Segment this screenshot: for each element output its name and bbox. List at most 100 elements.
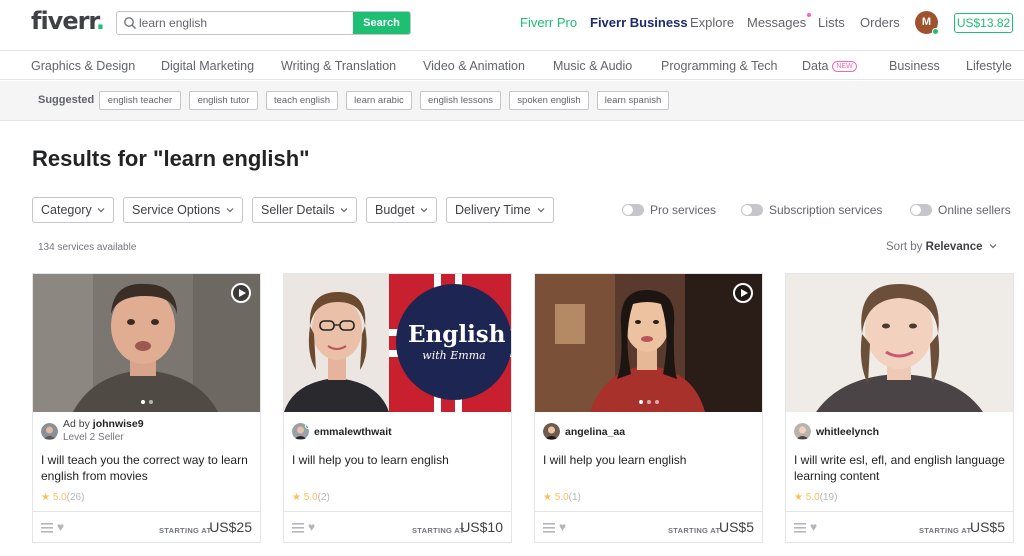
rating-value: 5.0 bbox=[303, 492, 318, 503]
seller-name[interactable]: emmalewthwait bbox=[314, 426, 392, 438]
nav-messages[interactable]: Messages bbox=[747, 13, 812, 30]
heart-icon[interactable]: ♥ bbox=[308, 521, 320, 533]
sort-label: Sort by bbox=[886, 241, 923, 253]
play-video-icon[interactable] bbox=[733, 283, 753, 303]
search-input[interactable] bbox=[139, 12, 353, 34]
seller-level: Level 2 Seller bbox=[63, 432, 124, 443]
heart-icon[interactable]: ♥ bbox=[810, 521, 822, 533]
heart-icon[interactable]: ♥ bbox=[559, 521, 571, 533]
toggle-pro-services[interactable]: Pro services bbox=[622, 203, 722, 217]
search-bar: Search bbox=[116, 11, 411, 35]
toggle-subscription-services[interactable]: Subscription services bbox=[741, 203, 889, 217]
filter-category[interactable]: Category bbox=[32, 197, 114, 223]
star-icon: ★ bbox=[794, 492, 803, 503]
nav-lists[interactable]: Lists bbox=[818, 15, 845, 30]
gig-thumbnail[interactable] bbox=[786, 274, 1013, 412]
gig-price[interactable]: US$5 bbox=[970, 519, 1005, 535]
chevron-down-icon bbox=[989, 244, 996, 249]
gig-card[interactable]: angelina_aa I will help you learn englis… bbox=[534, 273, 763, 543]
menu-icon[interactable] bbox=[41, 523, 53, 533]
gig-price[interactable]: US$10 bbox=[460, 519, 503, 535]
category-digital-marketing[interactable]: Digital Marketing bbox=[161, 59, 254, 73]
play-video-icon[interactable] bbox=[231, 283, 251, 303]
carousel-dots[interactable] bbox=[140, 400, 153, 404]
nav-fiverr-pro[interactable]: Fiverr Pro bbox=[520, 15, 577, 30]
filter-service-options-label: Service Options bbox=[132, 203, 221, 217]
filter-service-options[interactable]: Service Options bbox=[123, 197, 243, 223]
seller-avatar[interactable] bbox=[41, 423, 58, 440]
nav-explore[interactable]: Explore bbox=[690, 15, 734, 30]
suggested-tag[interactable]: learn arabic bbox=[346, 91, 412, 110]
menu-icon[interactable] bbox=[292, 523, 304, 533]
suggested-tag[interactable]: english teacher bbox=[99, 91, 181, 110]
gig-rating: ★ 5.0(26) bbox=[41, 492, 84, 503]
gig-thumbnail[interactable] bbox=[535, 274, 762, 412]
woman-portrait-image bbox=[786, 274, 1013, 412]
nav-fiverr-business[interactable]: Fiverr Business bbox=[590, 15, 688, 30]
category-lifestyle[interactable]: Lifestyle bbox=[966, 59, 1012, 73]
category-programming-tech[interactable]: Programming & Tech bbox=[661, 59, 778, 73]
chevron-down-icon bbox=[420, 208, 428, 213]
seller-avatar[interactable] bbox=[292, 423, 309, 440]
suggested-tag[interactable]: teach english bbox=[266, 91, 338, 110]
category-graphics-design[interactable]: Graphics & Design bbox=[31, 59, 135, 73]
toggle-label: Subscription services bbox=[769, 203, 883, 217]
nav-orders[interactable]: Orders bbox=[860, 15, 900, 30]
gig-thumbnail[interactable] bbox=[33, 274, 260, 412]
review-count: (26) bbox=[66, 492, 85, 503]
gig-price[interactable]: US$5 bbox=[719, 519, 754, 535]
gig-title[interactable]: I will write esl, efl, and english langu… bbox=[794, 453, 1006, 484]
gig-card[interactable]: whitleelynch I will write esl, efl, and … bbox=[785, 273, 1014, 543]
search-button[interactable]: Search bbox=[353, 12, 410, 34]
starting-at-label: STARTING AT bbox=[668, 526, 721, 535]
gig-price[interactable]: US$25 bbox=[209, 519, 252, 535]
seller-name[interactable]: whitleelynch bbox=[816, 426, 879, 438]
thumbnail-title-with-emma: with Emma bbox=[422, 349, 486, 362]
card-footer: ♥ STARTING AT US$5 bbox=[786, 511, 1013, 542]
gig-title[interactable]: I will help you to learn english bbox=[292, 453, 504, 469]
category-video-animation[interactable]: Video & Animation bbox=[423, 59, 525, 73]
gig-card[interactable]: English with Emma emmalewthwait I will h… bbox=[283, 273, 512, 543]
carousel-dots[interactable] bbox=[638, 400, 659, 404]
gig-card[interactable]: Ad by johnwise9 Level 2 Seller I will te… bbox=[32, 273, 261, 543]
heart-icon[interactable]: ♥ bbox=[57, 521, 69, 533]
suggested-tag[interactable]: english lessons bbox=[420, 91, 501, 110]
filter-delivery-time[interactable]: Delivery Time bbox=[446, 197, 554, 223]
fiverr-logo[interactable]: fiverr. bbox=[31, 7, 105, 35]
star-icon: ★ bbox=[543, 492, 552, 503]
gig-thumbnail[interactable]: English with Emma bbox=[284, 274, 511, 412]
card-footer: ♥ STARTING AT US$10 bbox=[284, 511, 511, 542]
toggle-switch[interactable] bbox=[622, 204, 644, 216]
gig-title[interactable]: I will teach you the correct way to lear… bbox=[41, 453, 253, 484]
user-avatar[interactable]: M bbox=[915, 11, 939, 35]
category-data[interactable]: Data NEW bbox=[802, 59, 857, 73]
seller-name[interactable]: Ad by johnwise9 bbox=[63, 418, 144, 430]
sort-value: Relevance bbox=[925, 241, 983, 253]
card-footer: ♥ STARTING AT US$5 bbox=[535, 511, 762, 542]
seller-name[interactable]: angelina_aa bbox=[565, 426, 625, 438]
suggested-tag[interactable]: english tutor bbox=[189, 91, 258, 110]
menu-icon[interactable] bbox=[794, 523, 806, 533]
category-writing-translation[interactable]: Writing & Translation bbox=[281, 59, 396, 73]
seller-username: johnwise9 bbox=[92, 418, 144, 430]
rating-value: 5.0 bbox=[554, 492, 569, 503]
gig-rating: ★ 5.0(2) bbox=[292, 492, 330, 503]
category-business[interactable]: Business bbox=[889, 59, 940, 73]
filter-budget[interactable]: Budget bbox=[366, 197, 437, 223]
sort-dropdown[interactable]: Sort by Relevance bbox=[886, 241, 997, 253]
category-music-audio[interactable]: Music & Audio bbox=[553, 59, 632, 73]
seller-avatar[interactable] bbox=[794, 423, 811, 440]
toggle-switch[interactable] bbox=[741, 204, 763, 216]
balance-badge[interactable]: US$13.82 bbox=[954, 13, 1013, 33]
seller-avatar[interactable] bbox=[543, 423, 560, 440]
toggle-online-sellers[interactable]: Online sellers bbox=[910, 203, 1014, 217]
toggle-switch[interactable] bbox=[910, 204, 932, 216]
chevron-down-icon bbox=[97, 208, 105, 213]
suggested-tag[interactable]: learn spanish bbox=[597, 91, 669, 110]
search-icon bbox=[124, 17, 137, 30]
gig-title[interactable]: I will help you learn english bbox=[543, 453, 755, 469]
filter-seller-details[interactable]: Seller Details bbox=[252, 197, 357, 223]
menu-icon[interactable] bbox=[543, 523, 555, 533]
woman-teacher-image bbox=[535, 274, 762, 412]
suggested-tag[interactable]: spoken english bbox=[509, 91, 589, 110]
